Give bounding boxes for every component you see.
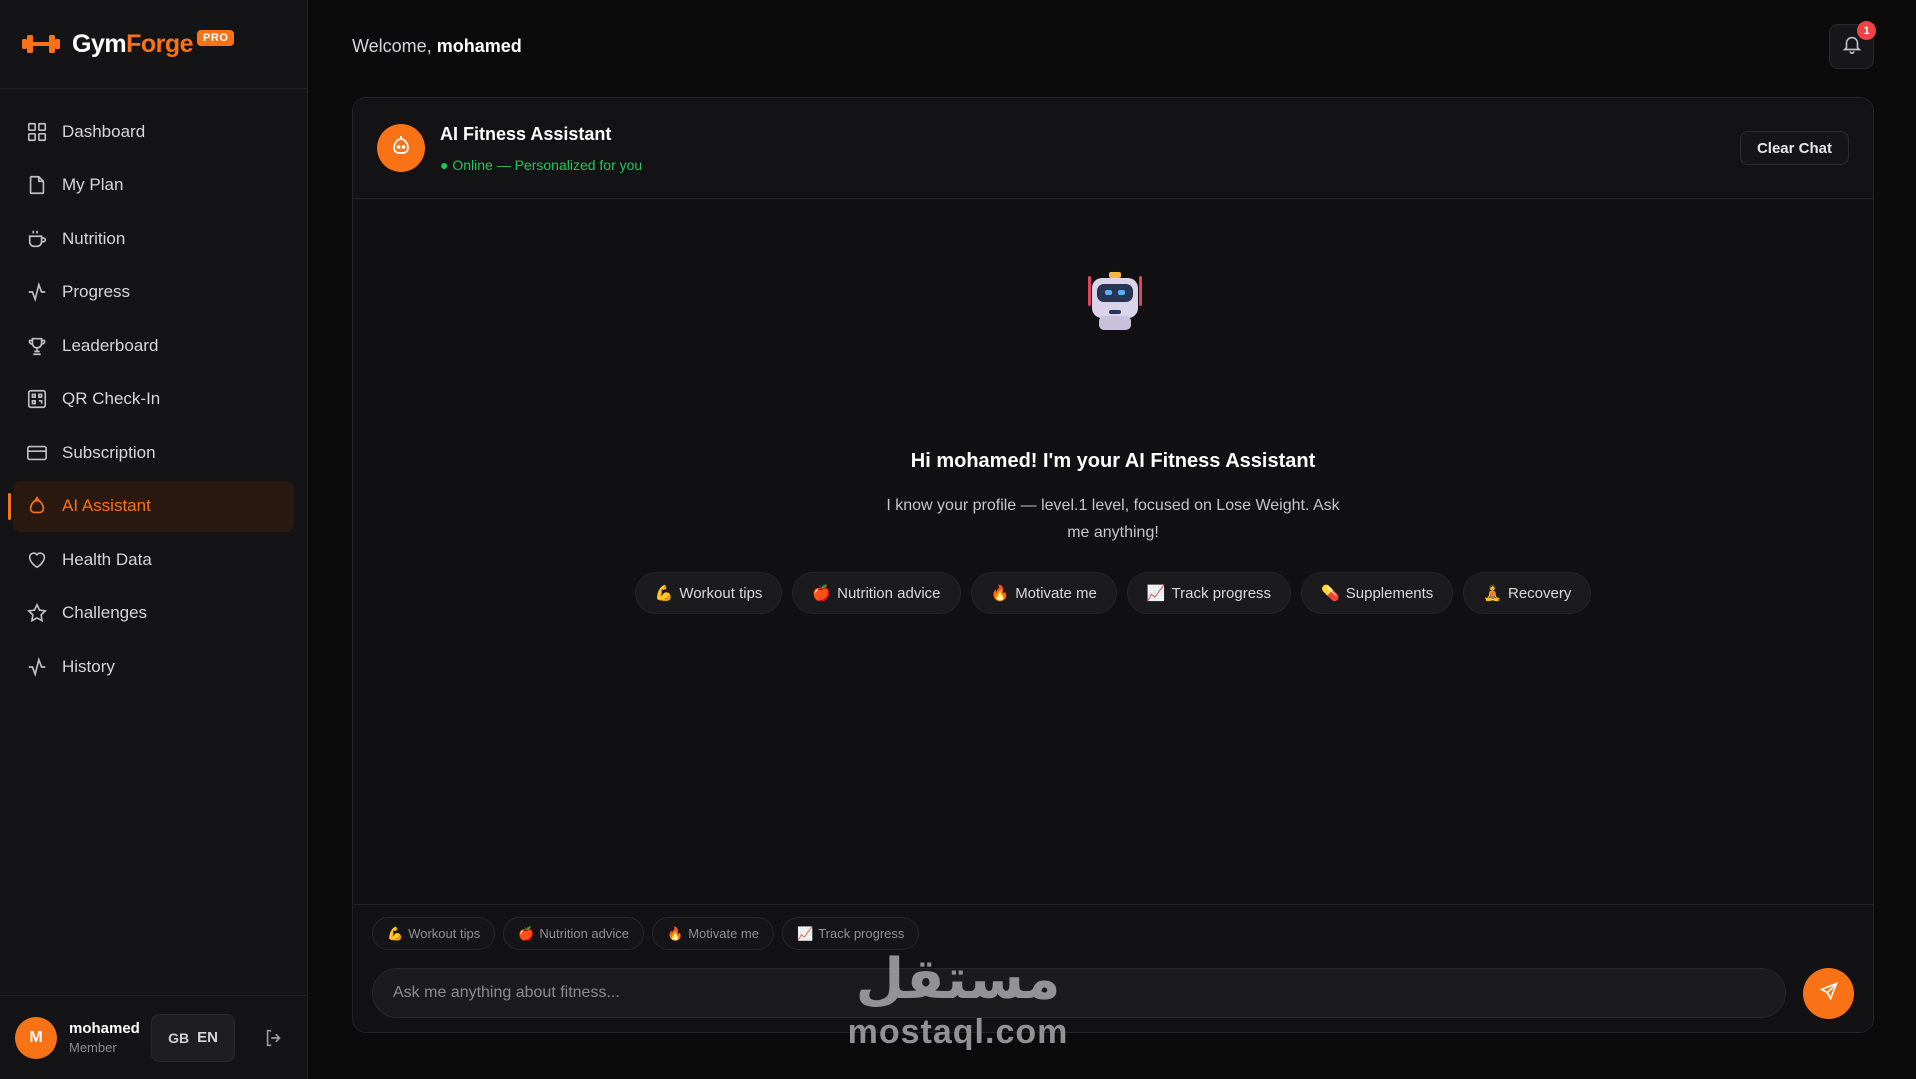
user-panel: M mohamed Member GB EN bbox=[0, 995, 308, 1079]
activity-icon bbox=[26, 281, 48, 303]
notification-badge: 1 bbox=[1857, 21, 1876, 40]
sidebar-item-label: Subscription bbox=[62, 442, 156, 462]
welcome-text: Welcome, mohamed bbox=[352, 36, 522, 56]
sidebar-item-label: History bbox=[62, 656, 115, 676]
suggestion-chips: 💪 Workout tips 🍎 Nutrition advice 🔥 Motivat… bbox=[353, 572, 1873, 614]
user-name: mohamed bbox=[69, 1020, 140, 1037]
chat-composer: 💪 Workout tips 🍎 Nutrition advice 🔥 Motivat… bbox=[353, 904, 1873, 1032]
suggestion-chip[interactable]: 🍎 Nutrition advice bbox=[792, 572, 961, 614]
sidebar-item-label: AI Assistant bbox=[62, 496, 151, 515]
grid-icon bbox=[26, 121, 48, 143]
quick-chip[interactable]: 📈 Track progress bbox=[782, 917, 920, 950]
apple-icon: 🍎 bbox=[518, 925, 535, 941]
sidebar-item-history[interactable]: History bbox=[13, 641, 294, 692]
fire-icon: 🔥 bbox=[667, 925, 684, 941]
clear-chat-button[interactable]: Clear Chat bbox=[1739, 131, 1849, 165]
user-role: Member bbox=[69, 1040, 117, 1055]
sidebar-item-challenges[interactable]: Challenges bbox=[13, 588, 294, 639]
sidebar-item-nutrition[interactable]: Nutrition bbox=[13, 213, 294, 264]
pro-badge: PRO bbox=[197, 30, 235, 46]
bot-icon bbox=[389, 134, 413, 163]
suggestion-chip[interactable]: 💊 Supplements bbox=[1301, 572, 1454, 614]
avatar[interactable]: M bbox=[15, 1016, 57, 1059]
chat-header-text: AI Fitness Assistant ● Online — Personal… bbox=[440, 124, 642, 173]
sidebar-item-label: Health Data bbox=[62, 549, 152, 569]
send-button[interactable] bbox=[1803, 968, 1854, 1019]
card-icon bbox=[26, 442, 48, 464]
language-switcher[interactable]: GB EN bbox=[151, 1013, 235, 1062]
qr-icon bbox=[26, 388, 48, 410]
sidebar-item-dashboard[interactable]: Dashboard bbox=[13, 106, 294, 157]
sidebar-item-label: Progress bbox=[62, 282, 131, 301]
sidebar-item-ai-assistant[interactable]: AI Assistant bbox=[8, 480, 294, 532]
quick-chip[interactable]: 🍎 Nutrition advice bbox=[503, 917, 644, 950]
chat-input[interactable] bbox=[372, 968, 1786, 1018]
chat-body: Hi mohamed! I'm your AI Fitness Assistan… bbox=[353, 200, 1873, 900]
sidebar-item-label: Challenges bbox=[62, 603, 148, 622]
send-icon bbox=[1819, 981, 1839, 1006]
greeting-title: Hi mohamed! I'm your AI Fitness Assistan… bbox=[910, 450, 1316, 472]
trophy-icon bbox=[26, 335, 48, 357]
star-icon bbox=[26, 602, 48, 624]
quick-chip[interactable]: 🔥 Motivate me bbox=[652, 917, 774, 950]
suggestion-chip[interactable]: 📈 Track progress bbox=[1126, 572, 1292, 614]
sidebar-item-label: Nutrition bbox=[62, 228, 126, 248]
chat-header: AI Fitness Assistant ● Online — Personal… bbox=[353, 98, 1873, 199]
bot-icon bbox=[26, 495, 48, 517]
sidebar-item-label: My Plan bbox=[62, 175, 124, 194]
quick-chip[interactable]: 💪 Workout tips bbox=[372, 917, 496, 950]
flexed-biceps-icon: 💪 bbox=[387, 925, 404, 941]
chart-increasing-icon: 📈 bbox=[1146, 585, 1166, 602]
suggestion-chip[interactable]: 💪 Workout tips bbox=[634, 572, 783, 614]
logout-icon[interactable] bbox=[263, 1027, 285, 1049]
suggestion-chip[interactable]: 🔥 Motivate me bbox=[970, 572, 1117, 614]
language-code: EN bbox=[197, 1029, 218, 1046]
greeting-subtext: I know your profile — level.1 level, foc… bbox=[886, 497, 1340, 541]
apple-icon: 🍎 bbox=[812, 585, 832, 602]
sidebar-item-my-plan[interactable]: My Plan bbox=[13, 160, 294, 211]
sidebar: GymForge PRO Dashboard My Plan Nutrition… bbox=[0, 0, 308, 1079]
quick-chips: 💪 Workout tips 🍎 Nutrition advice 🔥 Motivat… bbox=[372, 917, 920, 950]
sidebar-item-leaderboard[interactable]: Leaderboard bbox=[13, 320, 294, 371]
brand-name: GymForge bbox=[72, 29, 194, 58]
coffee-icon bbox=[26, 228, 48, 250]
flexed-biceps-icon: 💪 bbox=[654, 585, 674, 602]
brand[interactable]: GymForge PRO bbox=[0, 0, 307, 89]
meditation-icon: 🧘 bbox=[1483, 585, 1502, 602]
file-icon bbox=[26, 174, 48, 196]
chat-card: AI Fitness Assistant ● Online — Personal… bbox=[352, 97, 1874, 1033]
sidebar-item-progress[interactable]: Progress bbox=[13, 267, 294, 318]
sidebar-item-qr-check-in[interactable]: QR Check-In bbox=[13, 374, 294, 425]
online-status: ● Online — Personalized for you bbox=[440, 156, 643, 173]
sidebar-item-subscription[interactable]: Subscription bbox=[13, 427, 294, 478]
sidebar-item-label: Dashboard bbox=[62, 121, 146, 141]
user-info: mohamed Member bbox=[69, 1020, 149, 1055]
flag-icon: GB bbox=[168, 1029, 190, 1046]
robot-icon bbox=[1085, 270, 1145, 332]
assistant-avatar bbox=[377, 124, 425, 172]
sidebar-item-label: Leaderboard bbox=[62, 335, 159, 355]
chat-title: AI Fitness Assistant bbox=[440, 123, 612, 144]
heart-icon bbox=[26, 549, 48, 571]
suggestion-chip[interactable]: 🧘 Recovery bbox=[1463, 572, 1592, 614]
welcome-username: mohamed bbox=[436, 36, 522, 56]
activity-icon bbox=[26, 656, 48, 678]
fire-icon: 🔥 bbox=[990, 585, 1010, 602]
chart-increasing-icon: 📈 bbox=[797, 925, 814, 941]
sidebar-item-health-data[interactable]: Health Data bbox=[13, 534, 294, 585]
sidebar-item-label: QR Check-In bbox=[62, 389, 161, 408]
pill-icon: 💊 bbox=[1321, 585, 1340, 602]
sidebar-nav: Dashboard My Plan Nutrition Progress Lea… bbox=[0, 89, 307, 692]
dumbbell-icon bbox=[22, 34, 60, 54]
